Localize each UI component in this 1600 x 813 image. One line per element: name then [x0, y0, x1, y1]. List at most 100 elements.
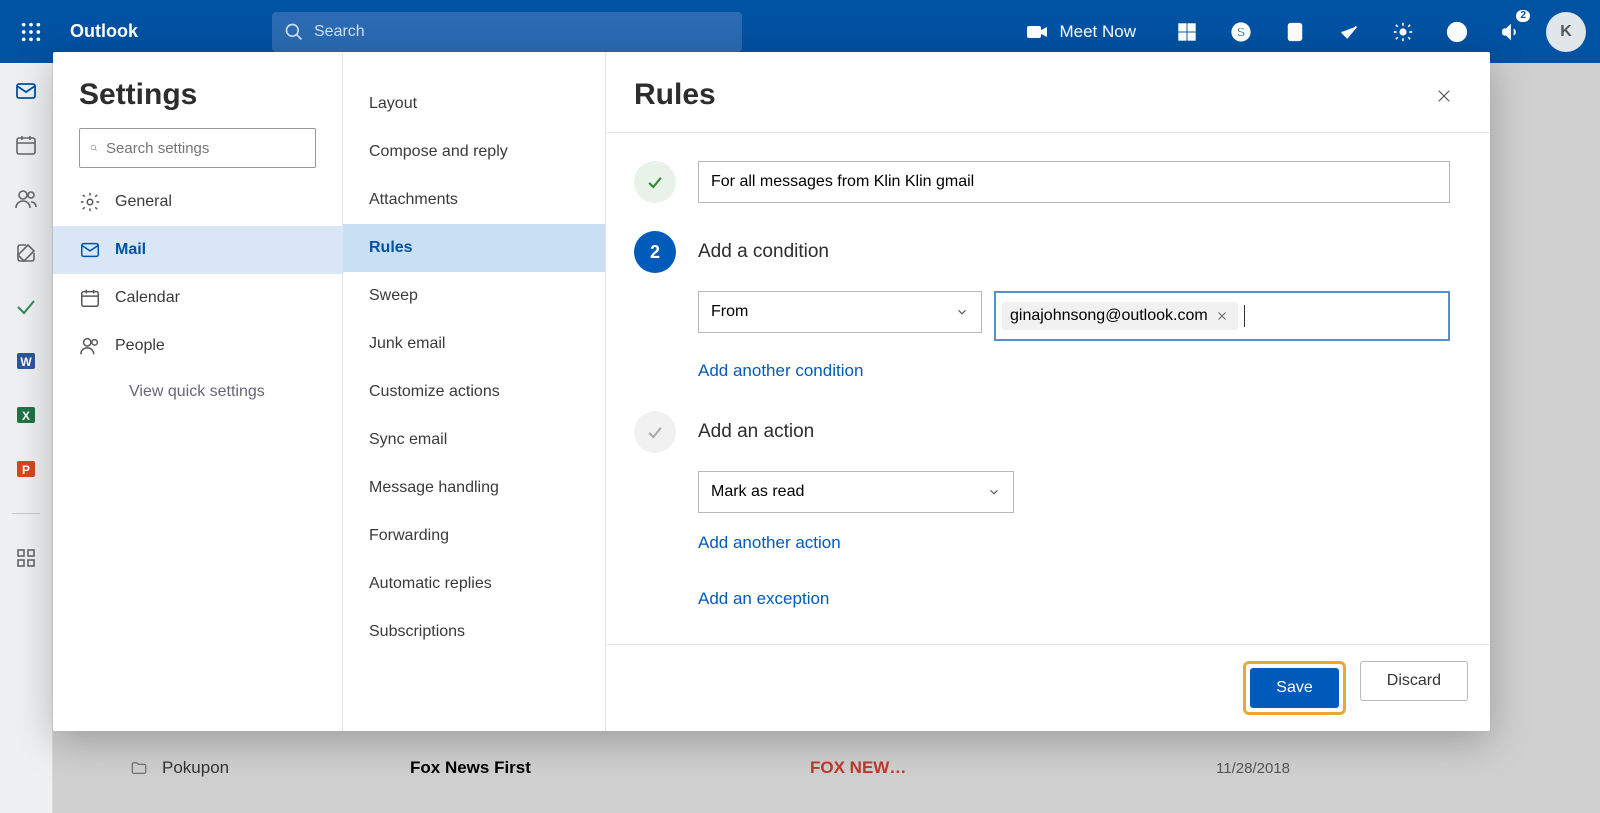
message-date: 11/28/2018 [1216, 760, 1290, 777]
close-button[interactable] [1426, 78, 1462, 114]
close-icon [1216, 310, 1228, 322]
gear-icon [1392, 21, 1414, 43]
calendar-icon [79, 287, 101, 309]
search-icon [90, 139, 98, 157]
notes-icon [1284, 21, 1306, 43]
teams-icon [1176, 21, 1198, 43]
calendar-app-icon[interactable] [12, 131, 40, 159]
add-exception-link[interactable]: Add an exception [698, 589, 829, 609]
recipient-chip: ginajohnsong@outlook.com [1002, 302, 1238, 330]
gear-icon [79, 191, 101, 213]
category-label: General [115, 193, 172, 211]
mail-app-icon[interactable] [12, 77, 40, 105]
discard-button[interactable]: Discard [1360, 661, 1468, 701]
message-from: Fox News First [410, 758, 810, 778]
skype-icon: S [1230, 21, 1252, 43]
category-label: People [115, 337, 165, 355]
subnav-attachments[interactable]: Attachments [343, 176, 605, 224]
chevron-down-icon [987, 485, 1001, 499]
settings-search-input[interactable] [106, 140, 305, 157]
close-icon [1435, 87, 1453, 105]
subnav-msghandling[interactable]: Message handling [343, 464, 605, 512]
rule-name-input[interactable] [698, 161, 1450, 203]
svg-text:W: W [20, 355, 32, 369]
mail-icon [79, 239, 101, 261]
meet-now-label: Meet Now [1059, 22, 1136, 42]
settings-category-calendar[interactable]: Calendar [53, 274, 342, 322]
subnav-junk[interactable]: Junk email [343, 320, 605, 368]
people-icon [79, 335, 101, 357]
subnav-forwarding[interactable]: Forwarding [343, 512, 605, 560]
settings-modal: Settings General Mail Calendar People Vi… [53, 52, 1490, 731]
chip-label: ginajohnsong@outlook.com [1010, 307, 1208, 325]
condition-value-input[interactable]: ginajohnsong@outlook.com [994, 291, 1450, 341]
subnav-compose[interactable]: Compose and reply [343, 128, 605, 176]
check-icon [645, 422, 665, 442]
settings-sidebar: Settings General Mail Calendar People Vi… [53, 52, 343, 731]
condition-type-select[interactable]: From [698, 291, 982, 333]
message-subject: FOX NEW… [810, 758, 1196, 778]
add-condition-label: Add a condition [698, 241, 829, 263]
add-action-label: Add an action [698, 421, 814, 443]
save-button-highlight: Save [1243, 661, 1345, 715]
search-icon [284, 22, 304, 42]
subnav-sync[interactable]: Sync email [343, 416, 605, 464]
subnav-rules[interactable]: Rules [343, 224, 605, 272]
category-label: Calendar [115, 289, 180, 307]
check-icon [1338, 21, 1360, 43]
settings-title: Settings [53, 78, 342, 128]
subnav-autoreplies[interactable]: Automatic replies [343, 560, 605, 608]
account-avatar[interactable]: K [1546, 12, 1586, 52]
subnav-customize[interactable]: Customize actions [343, 368, 605, 416]
notifications-button[interactable]: 2 [1484, 0, 1538, 63]
rules-footer: Save Discard [606, 644, 1490, 731]
category-label: Mail [115, 241, 146, 259]
rail-separator [12, 513, 40, 514]
save-button[interactable]: Save [1250, 668, 1338, 708]
more-apps-icon[interactable] [12, 544, 40, 572]
todo-app-icon[interactable] [12, 293, 40, 321]
app-rail: W X P [0, 63, 53, 813]
files-app-icon[interactable] [12, 239, 40, 267]
video-icon [1025, 20, 1049, 44]
svg-text:S: S [1237, 24, 1246, 39]
notif-badge: 2 [1516, 10, 1530, 22]
chip-remove-button[interactable] [1214, 308, 1230, 324]
settings-category-general[interactable]: General [53, 178, 342, 226]
word-app-icon[interactable]: W [12, 347, 40, 375]
rules-title: Rules [634, 78, 1426, 112]
text-cursor [1244, 305, 1245, 327]
step-2-indicator: 2 [634, 231, 676, 273]
global-search[interactable] [272, 12, 742, 52]
folder-icon [128, 759, 150, 777]
mail-settings-subnav: Layout Compose and reply Attachments Rul… [343, 52, 606, 731]
view-quick-settings-link[interactable]: View quick settings [53, 370, 342, 414]
meet-now-button[interactable]: Meet Now [1025, 20, 1136, 44]
question-icon [1446, 21, 1468, 43]
svg-text:P: P [22, 463, 30, 477]
settings-category-people[interactable]: People [53, 322, 342, 370]
condition-type-value: From [711, 303, 748, 321]
svg-text:X: X [22, 409, 30, 423]
message-row[interactable]: Fox News First FOX NEW… 11/28/2018 [410, 741, 1290, 795]
waffle-icon [20, 21, 42, 43]
settings-search[interactable] [79, 128, 316, 168]
rules-panel: Rules 2 Add a condition [606, 52, 1490, 731]
subnav-subscriptions[interactable]: Subscriptions [343, 608, 605, 656]
check-icon [645, 172, 665, 192]
powerpoint-app-icon[interactable]: P [12, 455, 40, 483]
subnav-sweep[interactable]: Sweep [343, 272, 605, 320]
add-another-condition-link[interactable]: Add another condition [698, 361, 863, 381]
chevron-down-icon [955, 305, 969, 319]
add-another-action-link[interactable]: Add another action [698, 533, 841, 553]
subnav-layout[interactable]: Layout [343, 80, 605, 128]
global-search-input[interactable] [314, 23, 730, 41]
settings-category-mail[interactable]: Mail [53, 226, 342, 274]
step-1-indicator [634, 161, 676, 203]
people-app-icon[interactable] [12, 185, 40, 213]
megaphone-icon [1500, 21, 1522, 43]
rules-body: 2 Add a condition From ginajohnsong@outl… [606, 133, 1490, 644]
excel-app-icon[interactable]: X [12, 401, 40, 429]
step-3-indicator [634, 411, 676, 453]
action-type-select[interactable]: Mark as read [698, 471, 1014, 513]
